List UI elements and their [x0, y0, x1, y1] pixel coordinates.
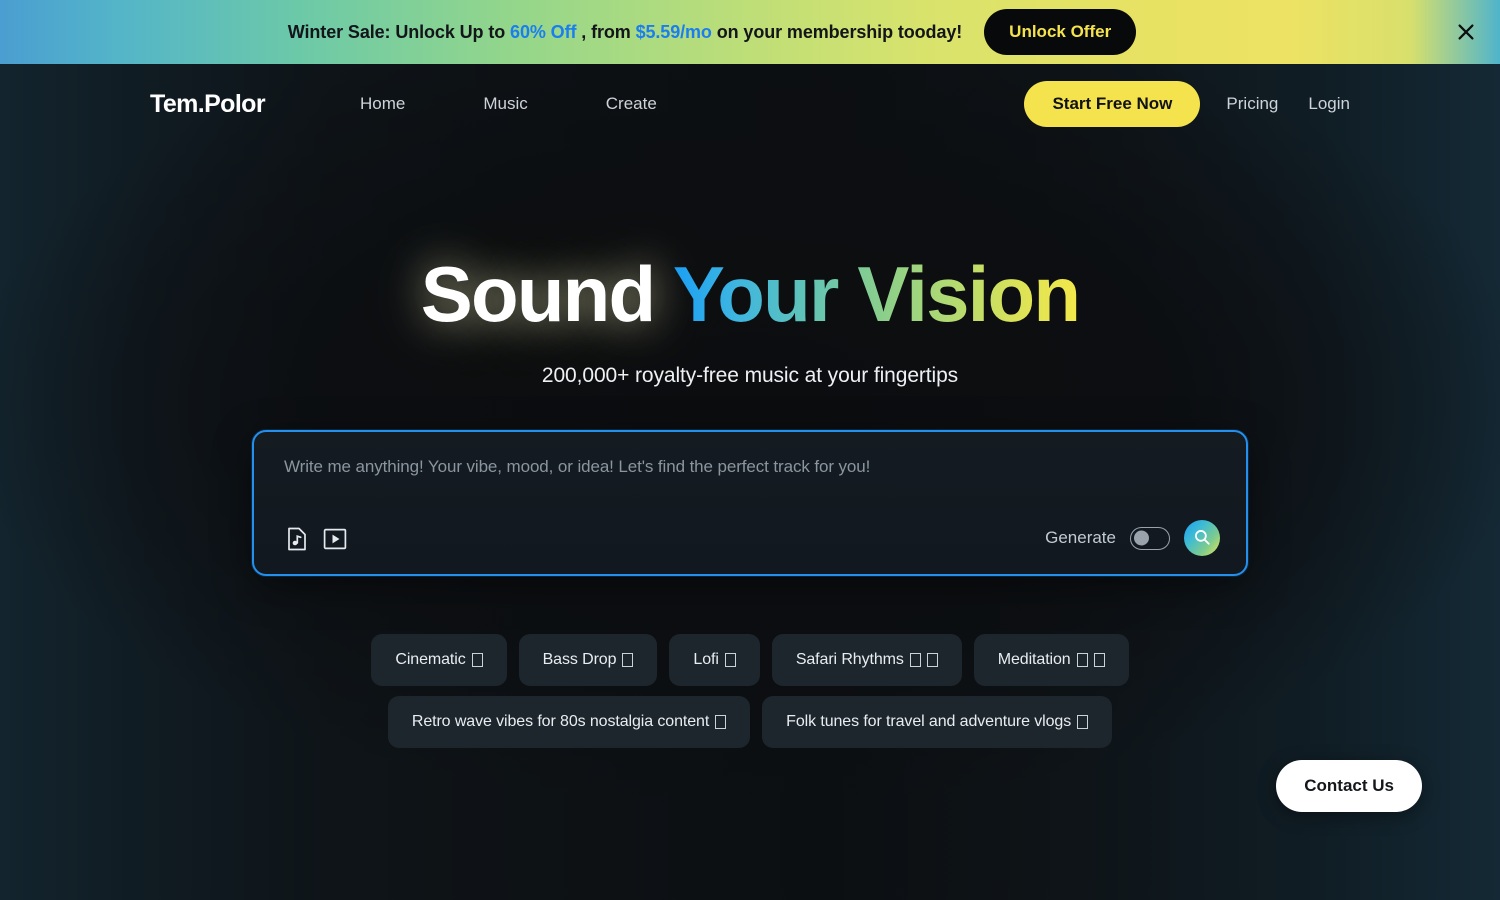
emoji-glyph-icon	[1077, 715, 1089, 729]
contact-us-button[interactable]: Contact Us	[1276, 760, 1422, 812]
nav-item-pricing[interactable]: Pricing	[1226, 86, 1278, 122]
emoji-glyph-icon	[724, 653, 736, 667]
suggestion-pills: Cinematic Bass Drop Lofi Safari Rhythms …	[0, 634, 1500, 748]
promo-discount: 60% Off	[510, 21, 577, 42]
promo-text-before: Winter Sale: Unlock Up to	[287, 21, 511, 42]
search-input[interactable]: Write me anything! Your vibe, mood, or i…	[284, 457, 870, 477]
pill-label: Bass Drop	[542, 651, 617, 668]
search-actions: Generate	[1045, 520, 1220, 556]
search-icon	[1193, 528, 1211, 549]
page-title: Sound Your Vision	[0, 253, 1500, 336]
nav-right-group: Start Free Now Pricing Login	[1024, 81, 1350, 127]
pill-folk-tunes[interactable]: Folk tunes for travel and adventure vlog…	[762, 696, 1113, 748]
hero-subtitle: 200,000+ royalty-free music at your fing…	[541, 363, 959, 387]
audio-file-icon[interactable]	[284, 526, 310, 552]
main-navbar: Tem.Polor Home Music Create Start Free N…	[0, 64, 1500, 144]
promo-message: Winter Sale: Unlock Up to 60% Off , from…	[288, 22, 962, 43]
prompt-search-panel[interactable]: Write me anything! Your vibe, mood, or i…	[252, 430, 1248, 576]
headline-word-sound: Sound	[420, 250, 656, 338]
pill-label: Meditation	[997, 651, 1071, 668]
nav-item-create[interactable]: Create	[606, 86, 657, 122]
pill-label: Folk tunes for travel and adventure vlog…	[786, 713, 1072, 730]
promo-text-middle: , from	[576, 21, 636, 42]
pill-safari-rhythms[interactable]: Safari Rhythms	[771, 634, 962, 686]
search-attachment-tools	[284, 526, 348, 552]
nav-item-music[interactable]: Music	[483, 86, 527, 122]
start-free-now-button[interactable]: Start Free Now	[1024, 81, 1201, 127]
emoji-glyph-icon	[909, 653, 921, 667]
unlock-offer-button[interactable]: Unlock Offer	[984, 9, 1137, 55]
pill-retro-wave[interactable]: Retro wave vibes for 80s nostalgia conte…	[387, 696, 751, 748]
pill-meditation[interactable]: Meditation	[973, 634, 1129, 686]
pill-label: Lofi	[693, 651, 719, 668]
promo-content: Winter Sale: Unlock Up to 60% Off , from…	[288, 9, 1137, 55]
search-button[interactable]	[1184, 520, 1220, 556]
pill-label: Cinematic	[395, 651, 466, 668]
emoji-glyph-icon	[471, 653, 483, 667]
pill-cinematic[interactable]: Cinematic	[371, 634, 507, 686]
emoji-glyph-icon	[926, 653, 938, 667]
video-file-icon[interactable]	[322, 526, 348, 552]
nav-item-login[interactable]: Login	[1308, 86, 1350, 122]
suggestion-row-1: Cinematic Bass Drop Lofi Safari Rhythms …	[371, 634, 1129, 686]
page-root: Winter Sale: Unlock Up to 60% Off , from…	[0, 0, 1500, 900]
promo-banner: Winter Sale: Unlock Up to 60% Off , from…	[0, 0, 1500, 64]
generate-toggle[interactable]	[1130, 526, 1170, 550]
pill-bass-drop[interactable]: Bass Drop	[518, 634, 658, 686]
pill-label: Safari Rhythms	[795, 651, 904, 668]
emoji-glyph-icon	[1093, 653, 1105, 667]
emoji-glyph-icon	[1076, 653, 1088, 667]
headline-gradient-text: Your Vision	[672, 250, 1081, 338]
promo-text-after: on your membership tooday!	[711, 21, 963, 42]
nav-item-home[interactable]: Home	[360, 86, 405, 122]
toggle-knob	[1134, 530, 1149, 546]
close-icon[interactable]	[1448, 14, 1484, 50]
emoji-glyph-icon	[622, 653, 634, 667]
emoji-glyph-icon	[715, 715, 727, 729]
pill-lofi[interactable]: Lofi	[669, 634, 760, 686]
brand-logo[interactable]: Tem.Polor	[150, 90, 266, 119]
promo-price: $5.59/mo	[635, 21, 712, 42]
generate-label: Generate	[1045, 528, 1116, 547]
hero-section: Sound Your Vision 200,000+ royalty-free …	[0, 253, 1500, 388]
suggestion-row-2: Retro wave vibes for 80s nostalgia conte…	[387, 696, 1113, 748]
nav-links: Home Music Create	[360, 86, 657, 122]
pill-label: Retro wave vibes for 80s nostalgia conte…	[411, 713, 710, 730]
